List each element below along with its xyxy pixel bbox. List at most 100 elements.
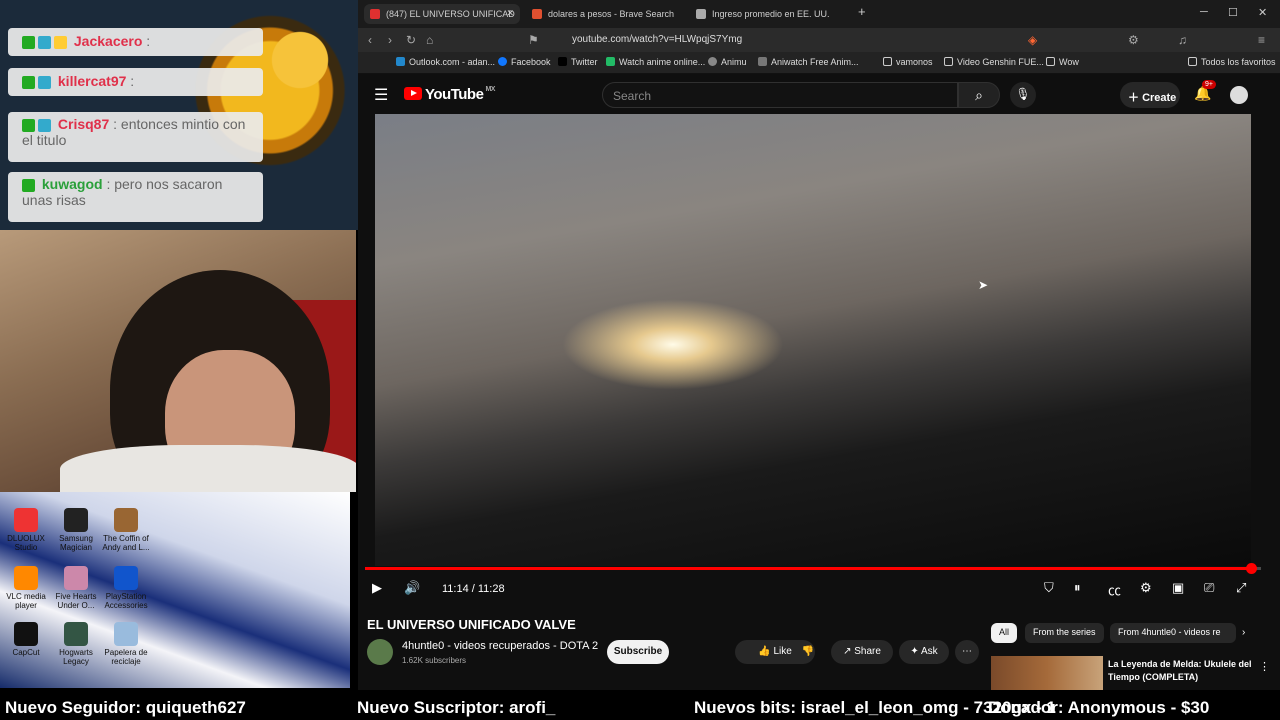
chat-text: : — [146, 33, 151, 49]
bookmark-aniwatch[interactable]: Aniwatch Free Anim... — [758, 57, 859, 67]
tab-label: Ingreso promedio en EE. UU. — [712, 9, 830, 19]
more-actions-button[interactable]: ⋯ — [955, 640, 979, 664]
stream-ticker: Nuevo Seguidor: quiqueth627 Nuevo Suscri… — [0, 696, 1280, 720]
player-controls: ▶ 🔊 11:14 / 11:28 ⛉ ⏸ ㏄ ⚙ ▣ ⎚ ⤢ — [358, 576, 1280, 602]
share-button[interactable]: ↗ Share — [831, 640, 893, 664]
ask-button[interactable]: ✦ Ask — [899, 640, 949, 664]
home-icon[interactable]: ⌂ — [426, 33, 433, 47]
bookmark-facebook[interactable]: Facebook — [498, 57, 551, 67]
captions-icon[interactable]: ㏄ — [1108, 580, 1121, 599]
recommended-video[interactable]: La Leyenda de Melda: Ukulele del Tiempo … — [991, 656, 1280, 690]
menu-icon[interactable]: ≡ — [1258, 33, 1265, 47]
bookmark-anime[interactable]: Watch anime online... — [606, 57, 705, 67]
music-icon[interactable]: ♫ — [1178, 33, 1187, 47]
subscribe-button[interactable]: Subscribe — [607, 640, 669, 664]
more-horizontal-icon: ⋯ — [962, 646, 972, 657]
youtube-favicon-icon — [370, 9, 380, 19]
close-window-icon[interactable]: ✕ — [1258, 6, 1267, 19]
channel-name[interactable]: 4huntle0 - videos recuperados - DOTA 2 — [402, 640, 598, 652]
bookmark-twitter[interactable]: Twitter — [558, 57, 598, 67]
progress-knob[interactable] — [1246, 563, 1258, 574]
chat-username: killercat97 — [57, 73, 127, 89]
bookmark-animu[interactable]: Animu — [708, 57, 747, 67]
shield-icon[interactable]: ⛉ — [1044, 580, 1054, 596]
bookmark-folder[interactable]: Video Genshin FUE... — [944, 57, 1044, 67]
chip-from-channel[interactable]: From 4huntle0 - videos re — [1110, 623, 1236, 643]
share-label: Share — [854, 646, 881, 657]
miniplayer-icon[interactable]: ▣ — [1172, 580, 1184, 596]
reload-icon[interactable]: ↻ — [406, 33, 416, 47]
desktop-icon-label: CapCut — [12, 648, 40, 657]
minimize-icon[interactable]: ─ — [1200, 6, 1208, 18]
desktop-icon[interactable]: Papelera de reciclaje — [102, 622, 150, 666]
badge-icon — [38, 75, 51, 89]
desktop-icon[interactable]: Five Hearts Under O... — [52, 566, 100, 610]
close-icon[interactable]: ✕ — [506, 8, 514, 19]
time-display: 11:14 / 11:28 — [442, 583, 505, 595]
desktop-icon[interactable]: The Coffin of Andy and L... — [102, 508, 150, 552]
bookmark-folder[interactable]: vamonos — [883, 57, 933, 67]
back-icon[interactable]: ‹ — [368, 33, 372, 47]
progress-bar[interactable] — [365, 563, 1261, 574]
chat-message: Jackacero : — [8, 28, 263, 56]
desktop-icon[interactable]: Hogwarts Legacy — [52, 622, 100, 666]
maximize-icon[interactable]: ☐ — [1228, 6, 1238, 19]
search-icon[interactable]: ⌕ — [958, 82, 1000, 108]
chevron-right-icon[interactable]: › — [1242, 627, 1245, 638]
tab-bar: (847) EL UNIVERSO UNIFICAD ✕ dolares a p… — [358, 0, 1280, 28]
desktop-icon[interactable]: VLC media player — [2, 566, 50, 610]
play-icon[interactable]: ▶ — [372, 580, 382, 596]
desktop-icon-label: Five Hearts Under O... — [55, 592, 97, 610]
microphone-icon[interactable]: 🎙 — [1010, 82, 1036, 108]
volume-icon[interactable]: 🔊 — [404, 580, 420, 596]
app-icon — [64, 622, 88, 646]
fullscreen-icon[interactable]: ⤢ — [1236, 580, 1246, 596]
cast-icon[interactable]: ⎚ — [1204, 580, 1214, 596]
chat-message: Crisq87 : entonces mintio con el titulo — [8, 112, 263, 162]
bookmark-outlook[interactable]: Outlook.com - adan... — [396, 57, 495, 67]
dislike-button[interactable]: 👎 — [796, 640, 820, 664]
search-input[interactable]: Search — [602, 82, 958, 108]
brave-shield-icon[interactable]: ◈ — [1028, 33, 1037, 47]
globe-favicon-icon — [696, 9, 706, 19]
desktop-icon[interactable]: DLUOLUX Studio — [2, 508, 50, 552]
desktop-icon-label: DLUOLUX Studio — [7, 534, 45, 552]
capcut-icon — [14, 622, 38, 646]
chip-series[interactable]: From the series — [1025, 623, 1104, 643]
extensions-icon[interactable]: ⚙ — [1128, 33, 1139, 47]
badge-icon — [22, 118, 35, 132]
youtube-logo[interactable]: YouTube MX — [404, 86, 495, 103]
desktop-icon[interactable]: CapCut — [2, 622, 50, 657]
settings-gear-icon[interactable]: ⚙ — [1140, 580, 1152, 596]
chip-all[interactable]: All — [991, 623, 1018, 643]
new-tab-button[interactable]: + — [858, 4, 866, 19]
tab-youtube[interactable]: (847) EL UNIVERSO UNIFICAD ✕ — [364, 4, 520, 24]
ask-label: Ask — [920, 646, 938, 657]
channel-avatar[interactable] — [367, 639, 393, 665]
app-icon — [64, 566, 88, 590]
streamer-shirt — [60, 445, 356, 492]
address-bar-row: ‹ › ↻ ⌂ ⚑ youtube.com/watch?v=HLWpqjS7Ym… — [358, 28, 1280, 52]
desktop-icon[interactable]: PlayStation Accessories — [102, 566, 150, 610]
tab-brave-search[interactable]: dolares a pesos - Brave Search — [526, 4, 684, 24]
kebab-menu-icon[interactable]: ⋮ — [1259, 660, 1270, 673]
tab-label: (847) EL UNIVERSO UNIFICAD — [386, 9, 515, 19]
pause-icon[interactable]: ⏸ — [1074, 580, 1081, 596]
video-player[interactable] — [375, 114, 1251, 566]
chat-username: Jackacero — [73, 33, 143, 49]
create-button[interactable]: ＋ Create — [1120, 82, 1180, 108]
tab-ingreso[interactable]: Ingreso promedio en EE. UU. — [690, 4, 850, 24]
url-field[interactable]: youtube.com/watch?v=HLWpqjS7Ymg — [538, 30, 1178, 48]
desktop-icon[interactable]: Samsung Magician — [52, 508, 100, 552]
bookmark-folder[interactable]: Wow — [1046, 57, 1079, 67]
avatar[interactable] — [1230, 86, 1248, 104]
browser-window: (847) EL UNIVERSO UNIFICAD ✕ dolares a p… — [358, 0, 1280, 690]
forward-icon[interactable]: › — [388, 33, 392, 47]
youtube-logo-text: YouTube — [425, 86, 484, 103]
chat-text: : — [130, 73, 135, 89]
playstation-icon — [114, 566, 138, 590]
thumbs-down-icon: 👎 — [801, 646, 815, 657]
hamburger-menu-icon[interactable]: ☰ — [374, 85, 388, 105]
notifications-bell-icon[interactable]: 🔔 9+ — [1194, 80, 1216, 102]
all-bookmarks[interactable]: Todos los favoritos — [1188, 57, 1276, 67]
